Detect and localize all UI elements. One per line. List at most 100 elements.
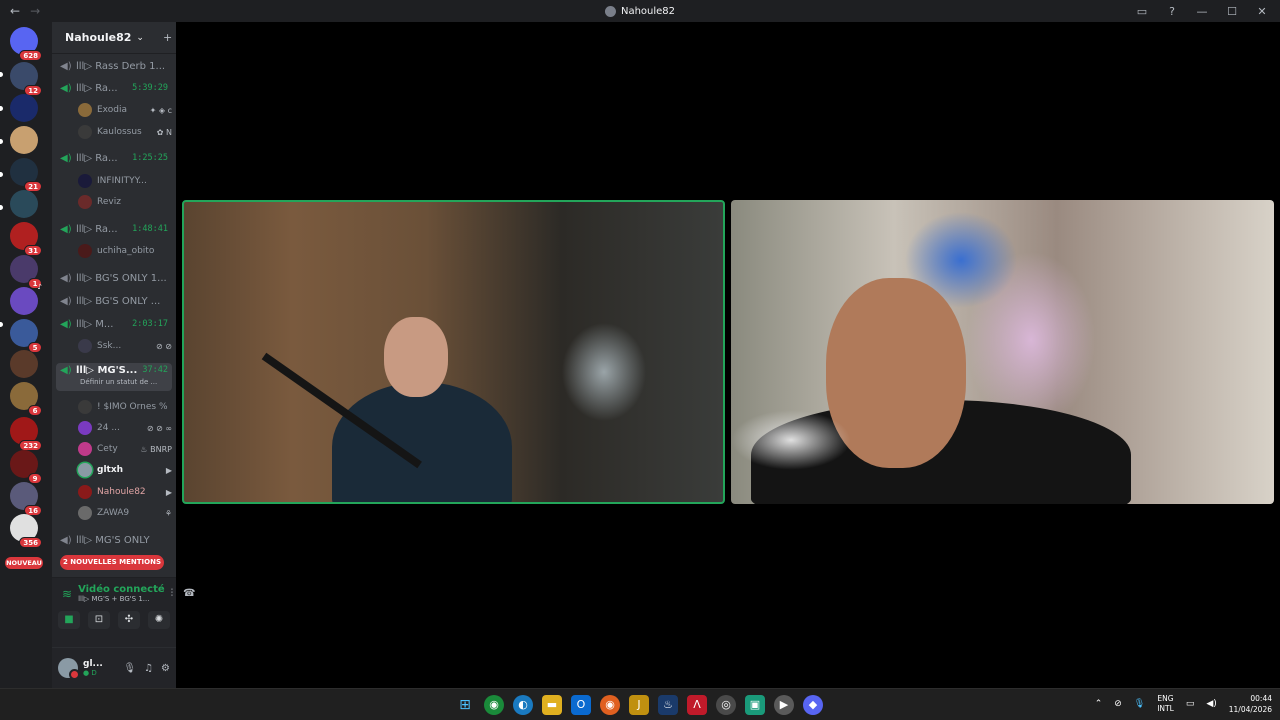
server-icon[interactable]: 21 [10,158,42,192]
voice-channel[interactable]: ◀) lll▷ Ra... 1:25:25 [56,148,172,168]
screen-share-button[interactable]: ⊡ [88,611,110,629]
camera-button[interactable]: ■ [58,611,80,629]
voice-channel[interactable]: ◀) lll▷ M... 2:03:17 [56,314,172,334]
language-indicator[interactable]: ENG INTL [1157,694,1174,714]
server-icon[interactable]: 356 [10,514,42,548]
video-participant [384,317,448,397]
outlook-icon[interactable]: O [571,695,591,715]
disconnect-icon[interactable]: ☎ [183,588,195,599]
voice-user[interactable]: ! $IMO Ornes % [78,398,172,416]
headphones-icon[interactable]: ♫ [144,663,153,674]
server-icon[interactable]: 12 [10,62,42,96]
avatar [78,421,92,435]
avatar [78,485,92,499]
soundboard-button[interactable]: ✺ [148,611,170,629]
gear-icon[interactable]: ⚙ [161,663,170,674]
voice-channel[interactable]: ◀) lll▷ BG'S ONLY ... [56,291,172,311]
voice-user[interactable]: Kaulossus ✿ N [78,123,172,141]
user-status-icons: ✦ ◈ c [149,105,172,115]
firefox-icon[interactable]: ◉ [600,695,620,715]
display-icon[interactable]: ▭ [1186,699,1195,709]
server-icon[interactable]: 16 [10,482,42,516]
media-player-icon[interactable]: ▶ [774,695,794,715]
minimize-button[interactable]: — [1194,5,1210,18]
start-icon[interactable]: ⊞ [455,695,475,715]
channel-name: lll▷ MG'S... [76,365,138,376]
voice-channel[interactable]: ◀) lll▷ MG'S ONLY [56,530,172,550]
server-icon[interactable] [10,126,38,154]
server-icon[interactable]: 9 [10,450,42,484]
close-button[interactable]: ✕ [1254,5,1270,18]
file-explorer-icon[interactable]: ▬ [542,695,562,715]
server-icon[interactable]: 5 [10,319,42,353]
server-icon[interactable]: 232 [10,417,42,451]
chevron-up-icon[interactable]: ⌃ [1095,699,1103,709]
video-tile[interactable] [731,200,1274,504]
server-icon[interactable]: 1 [10,255,42,289]
voice-user[interactable]: ZAWA9 ⚘ [78,504,172,522]
voice-channel[interactable]: ◀) lll▷ Ra... 1:48:41 [56,219,172,239]
voice-user[interactable]: 24 ... ⊘ ⊘ ∞ [78,419,172,437]
voice-status: Vidéo connecté [78,584,165,595]
voice-channel-link[interactable]: lll▷ MG'S + BG'S 1... [78,595,165,603]
voice-channel[interactable]: ◀) lll▷ BG'S ONLY 1... [56,268,172,288]
voice-channel[interactable]: ◀) lll▷ Ra... 5:39:29 [56,78,172,98]
clock[interactable]: 00:44 11/04/2026 [1229,693,1272,715]
guild-header[interactable]: Nahoule82 ⌄ + [52,22,176,54]
notes-app-icon[interactable]: J [629,695,649,715]
date: 11/04/2026 [1228,705,1272,714]
app-icon[interactable]: ◎ [716,695,736,715]
noise-suppression-icon[interactable]: ⫶ [171,588,174,599]
voice-user[interactable]: INFINITYY... [78,172,172,190]
voice-user[interactable]: Exodia ✦ ◈ c [78,101,172,119]
inbox-icon[interactable]: ▭ [1134,5,1150,18]
server-icon[interactable]: 31 [10,222,42,256]
server-icon-direct-messages[interactable]: 628 [10,27,42,61]
user-name: Exodia [97,105,127,115]
channel-name: lll▷ BG'S ONLY ... [76,295,161,307]
server-icon[interactable] [10,94,38,122]
server-icon[interactable]: 6 [10,382,42,416]
vape-smoke [731,410,851,470]
volume-icon[interactable]: ◀) [1206,699,1216,709]
forward-icon[interactable]: → [30,4,40,18]
speaker-icon: ◀) [60,318,72,330]
channel-name: lll▷ Rass Derb 1... [76,60,166,72]
edge-icon[interactable]: ◐ [513,695,533,715]
help-icon[interactable]: ? [1164,5,1180,18]
signal-icon[interactable]: ≋ [62,587,72,601]
server-icon[interactable] [10,190,38,218]
new-unreads-pill[interactable]: NOUVEAU [5,557,43,569]
voice-channel-active[interactable]: ◀) lll▷ MG'S... 37:42 Définir un statut de … [56,363,172,391]
voice-user[interactable]: uchiha_obito [78,242,172,260]
unread-indicator [0,106,3,111]
user-name: Cety [97,444,118,454]
voice-user[interactable]: Cety ♨ BNRP [78,440,172,458]
avatar[interactable] [58,658,80,680]
voice-channel[interactable]: ◀) lll▷ Rass Derb 1... [56,56,172,76]
set-status-hint[interactable]: Définir un statut de ... [80,378,157,386]
voice-user[interactable]: Ssk... ⊘ ⊘ [78,337,172,355]
server-icon[interactable]: ♪ [10,283,42,315]
server-icon[interactable] [10,350,38,378]
app-icon[interactable]: ▣ [745,695,765,715]
back-icon[interactable]: ← [10,4,20,18]
avatar [78,442,92,456]
new-mentions-pill[interactable]: 2 NOUVELLES MENTIONS [60,555,164,570]
call-timer: 5:39:29 [132,83,168,93]
activities-button[interactable]: ✣ [118,611,140,629]
voice-user[interactable]: Nahoule82 ▶ [78,483,172,501]
chrome-icon[interactable]: ◉ [484,695,504,715]
discord-icon[interactable]: ◆ [803,695,823,715]
voice-user[interactable]: Reviz [78,193,172,211]
microphone-icon[interactable]: 🎙 [123,663,136,674]
voice-user[interactable]: gltxh ▶ [78,461,172,479]
game-launcher-icon[interactable]: Λ [687,695,707,715]
microphone-icon[interactable]: 🎙 [1134,699,1145,709]
steam-icon[interactable]: ♨ [658,695,678,715]
user-name: Nahoule82 [97,487,146,497]
invite-people-icon[interactable]: + [163,31,172,44]
network-icon[interactable]: ⊘ [1114,699,1122,709]
video-tile-speaking[interactable] [182,200,725,504]
maximize-button[interactable]: ☐ [1224,5,1240,18]
